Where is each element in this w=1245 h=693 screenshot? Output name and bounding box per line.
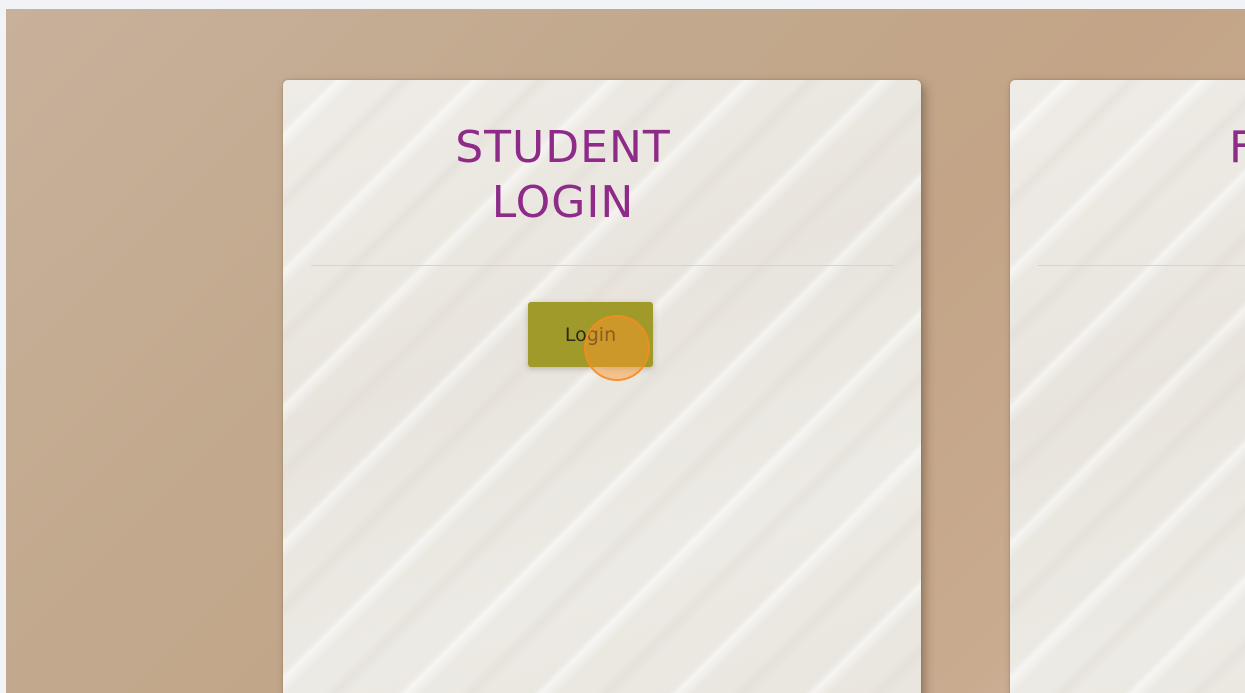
card-divider xyxy=(311,265,894,266)
second-card-title: F xyxy=(1229,122,1245,173)
second-login-card: F xyxy=(1010,80,1245,693)
title-line-1: STUDENT xyxy=(455,122,671,173)
page-background: STUDENT LOGIN Login F xyxy=(6,9,1245,693)
student-login-button[interactable]: Login xyxy=(528,302,653,367)
title-line-2: LOGIN xyxy=(491,177,635,228)
card-divider xyxy=(1038,265,1245,266)
student-login-title: STUDENT LOGIN xyxy=(283,120,843,230)
student-login-card: STUDENT LOGIN Login xyxy=(283,80,921,693)
